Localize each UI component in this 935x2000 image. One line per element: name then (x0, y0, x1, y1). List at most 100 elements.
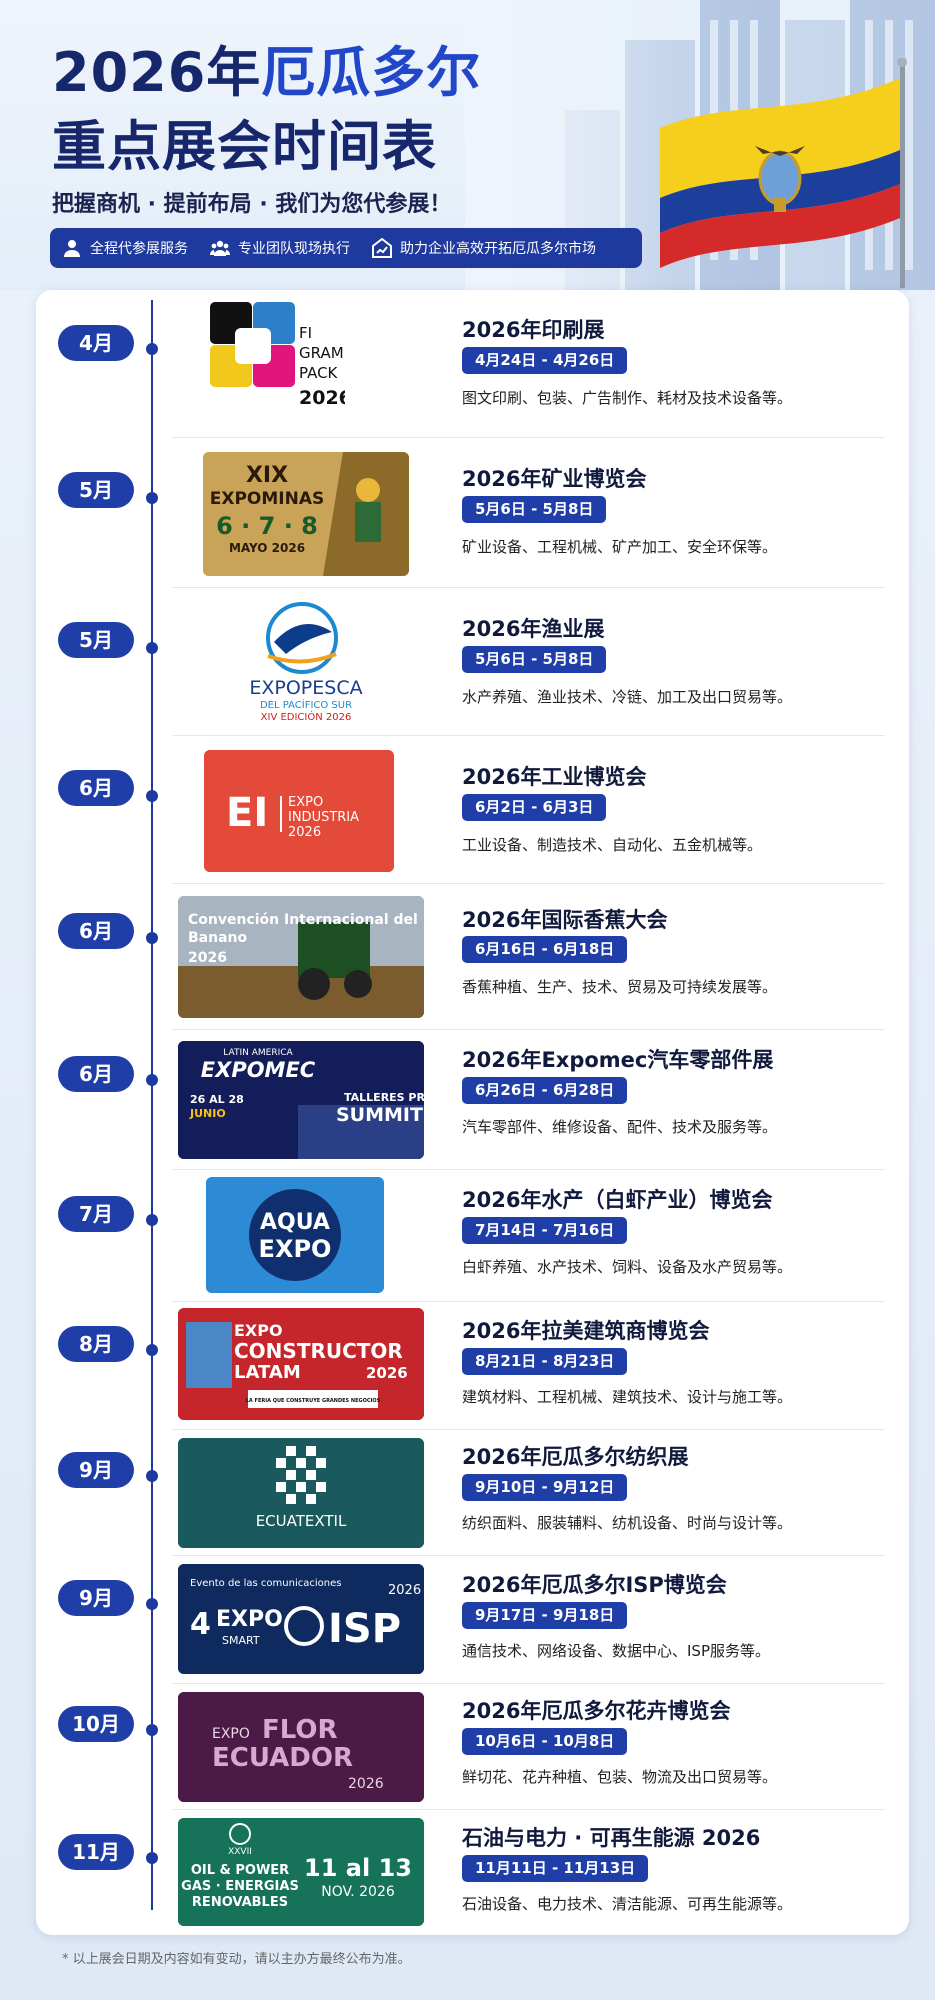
event-date-badge: 6月26日 - 6月28日 (462, 1077, 628, 1104)
event-logo: XXVII OIL & POWER GAS · ENERGIAS RENOVAB… (178, 1818, 424, 1926)
event-date-badge: 9月10日 - 9月12日 (462, 1474, 628, 1501)
logo-text: FLOR (262, 1715, 338, 1745)
logo-text: 2026 (388, 1583, 421, 1598)
month-badge: 10月 (58, 1706, 134, 1742)
logo-text: EXPO (216, 1607, 283, 1632)
month-badge: 11月 (58, 1834, 134, 1870)
logo-text: RENOVABLES (192, 1895, 288, 1910)
event-date-badge: 6月2日 - 6月3日 (462, 794, 607, 821)
logo-text: 4 (190, 1607, 211, 1642)
logo-text: 11 al 13 (304, 1854, 412, 1882)
logo-text: SMART (222, 1634, 260, 1647)
logo-text: Convención Internacional del (188, 912, 418, 928)
event-date-badge: 6月16日 - 6月18日 (462, 936, 628, 963)
logo-text: XIX (246, 463, 288, 488)
logo-text: XIV EDICIÓN 2026 (261, 710, 352, 723)
timeline-dot (146, 343, 158, 355)
logo-text: EXPO (234, 1321, 283, 1340)
event-row: 4月 FI GRAM PACK 2026 2026年印刷展 4月24日 - 4月… (36, 300, 909, 438)
logo-text: EXPO (212, 1726, 250, 1742)
event-name: 2026年Expomec汽车零部件展 (462, 1048, 774, 1072)
timeline-dot (146, 1214, 158, 1226)
month-badge: 8月 (58, 1326, 134, 1362)
month-badge: 6月 (58, 770, 134, 806)
event-row: 6月 Convención Internacional del Banano 2… (36, 884, 909, 1030)
logo-text: EXPO (259, 1235, 332, 1263)
month-badge: 5月 (58, 472, 134, 508)
month-badge: 6月 (58, 1056, 134, 1092)
logo-text: INDUSTRIA (288, 810, 359, 825)
event-date-badge: 4月24日 - 4月26日 (462, 347, 628, 374)
logo-text: JUNIO (189, 1107, 226, 1120)
logo-text: 2026 (348, 1776, 384, 1792)
event-date-badge: 7月14日 - 7月16日 (462, 1217, 628, 1244)
event-logo: Convención Internacional del Banano 2026 (178, 896, 424, 1018)
logo-text: LATAM (234, 1362, 301, 1383)
event-name: 2026年印刷展 (462, 318, 605, 342)
logo-text: AQUA (260, 1210, 330, 1235)
timeline-dot (146, 1598, 158, 1610)
header-banner: 2026年厄瓜多尔 重点展会时间表 把握商机 · 提前布局 · 我们为您代参展！… (0, 0, 935, 290)
month-badge: 9月 (58, 1452, 134, 1488)
event-date-badge: 10月6日 - 10月8日 (462, 1728, 628, 1755)
timeline-dot (146, 492, 158, 504)
logo-text: 26 AL 28 (190, 1093, 244, 1106)
event-description: 工业设备、制造技术、自动化、五金机械等。 (462, 836, 763, 854)
footnote: * 以上展会日期及内容如有变动，请以主办方最终公布为准。 (62, 1952, 411, 1967)
logo-text: 2026 (288, 825, 321, 840)
logo-text: ISP (328, 1606, 401, 1652)
event-logo: Evento de las comunicaciones 2026 4 EXPO… (178, 1564, 424, 1674)
logo-text: 6 · 7 · 8 (216, 512, 318, 540)
event-row: 11月 XXVII OIL & POWER GAS · ENERGIAS REN… (36, 1810, 909, 1934)
event-description: 汽车零部件、维修设备、配件、技术及服务等。 (462, 1118, 778, 1136)
event-logo: FI GRAM PACK 2026 (205, 300, 345, 414)
logo-text: EXPO (288, 795, 323, 810)
event-name: 2026年国际香蕉大会 (462, 908, 668, 932)
logo-text: FI (299, 324, 312, 342)
event-description: 通信技术、网络设备、数据中心、ISP服务等。 (462, 1642, 770, 1660)
event-name: 2026年厄瓜多尔ISP博览会 (462, 1573, 727, 1597)
feature-label: 专业团队现场执行 (238, 241, 350, 257)
logo-text: NOV. 2026 (321, 1884, 395, 1900)
event-description: 鲜切花、花卉种植、包装、物流及出口贸易等。 (462, 1768, 778, 1786)
logo-text: Evento de las comunicaciones (190, 1578, 341, 1589)
logo-text: DEL PACÍFICO SUR (260, 698, 352, 711)
chart-icon (372, 238, 392, 258)
event-name: 2026年厄瓜多尔花卉博览会 (462, 1699, 731, 1723)
event-description: 纺织面料、服装辅料、纺机设备、时尚与设计等。 (462, 1514, 793, 1532)
event-logo: EXPO FLOR ECUADOR 2026 (178, 1692, 424, 1802)
logo-text: TALLERES PRO (344, 1091, 424, 1104)
event-row: 5月 XIX EXPOMINAS 6 · 7 · 8 MAYO 2026 202… (36, 438, 909, 588)
event-description: 水产养殖、渔业技术、冷链、加工及出口贸易等。 (462, 688, 793, 706)
event-row: 7月 AQUA EXPO 2026年水产（白虾产业）博览会 7月14日 - 7月… (36, 1170, 909, 1302)
event-name: 2026年厄瓜多尔纺织展 (462, 1445, 689, 1469)
month-badge: 9月 (58, 1580, 134, 1616)
ecuador-flag (660, 58, 907, 288)
logo-text: XXVII (228, 1847, 252, 1857)
event-row: 5月 EXPOPESCA DEL PACÍFICO SUR XIV EDICIÓ… (36, 588, 909, 736)
logo-text: EXPOMEC (201, 1058, 316, 1082)
logo-text: OIL & POWER (191, 1863, 289, 1878)
logo-text: PACK (299, 364, 339, 382)
event-name: 2026年拉美建筑商博览会 (462, 1319, 710, 1343)
timeline-dot (146, 1344, 158, 1356)
title-country: 厄瓜多尔 (261, 41, 482, 104)
month-badge: 4月 (58, 325, 134, 361)
logo-text: GAS · ENERGIAS (181, 1879, 299, 1894)
logo-text: LA FERIA QUE CONSTRUYE GRANDES NEGOCIOS (246, 1398, 381, 1404)
logo-text: ECUATEXTIL (256, 1512, 347, 1530)
event-logo: LATIN AMERICA EXPOMEC TALLERES PRO SUMMI… (178, 1041, 424, 1159)
event-logo: EXPOPESCA DEL PACÍFICO SUR XIV EDICIÓN 2… (206, 598, 406, 724)
logo-text: SUMMIT (336, 1104, 423, 1126)
event-name: 石油与电力 · 可再生能源 2026 (462, 1826, 761, 1850)
month-badge: 7月 (58, 1196, 134, 1232)
event-name: 2026年矿业博览会 (462, 467, 647, 491)
event-row: 9月 Evento de las comunicaciones 2026 4 E… (36, 1556, 909, 1684)
event-description: 香蕉种植、生产、技术、贸易及可持续发展等。 (462, 978, 778, 996)
timeline-dot (146, 1724, 158, 1736)
logo-text: 2026 (188, 950, 227, 966)
event-name: 2026年渔业展 (462, 617, 605, 641)
timeline-dot (146, 1074, 158, 1086)
event-date-badge: 5月6日 - 5月8日 (462, 496, 607, 523)
event-date-badge: 11月11日 - 11月13日 (462, 1855, 649, 1882)
